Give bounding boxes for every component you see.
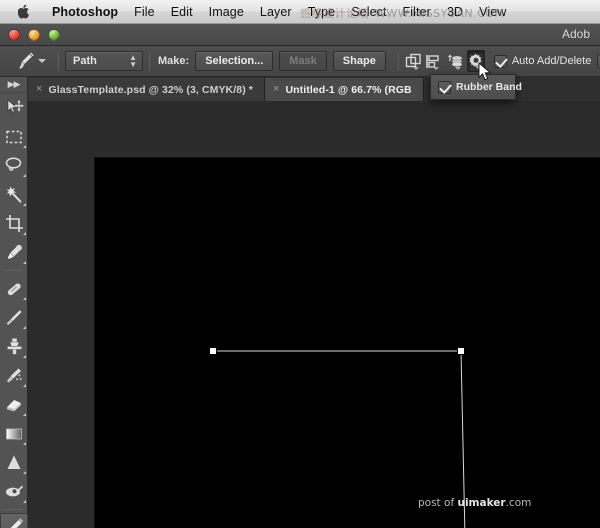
menu-3d[interactable]: 3D	[439, 3, 471, 21]
geometry-settings-chevron-icon	[474, 66, 481, 69]
menu-image[interactable]: Image	[201, 3, 252, 21]
flyout-corner-icon	[23, 439, 26, 445]
flyout-corner-icon	[23, 258, 26, 264]
menu-layer[interactable]: Layer	[252, 3, 300, 21]
tools-divider-1	[4, 270, 23, 271]
flyout-corner-icon	[23, 171, 26, 177]
rubber-band-checkbox[interactable]	[438, 80, 451, 94]
flyout-corner-icon	[23, 497, 26, 503]
watermark-bottom-brand: uimaker	[457, 497, 506, 509]
menu-file[interactable]: File	[126, 3, 163, 21]
menu-view[interactable]: View	[471, 3, 514, 21]
tool-rectangular-marquee[interactable]	[0, 122, 28, 151]
divider-3	[397, 51, 399, 71]
menu-type[interactable]: Type	[300, 3, 344, 21]
photoshop-window: Photoshop File Edit Image Layer Type Sel…	[0, 0, 600, 528]
make-selection-button[interactable]: Selection...	[195, 51, 274, 71]
flyout-corner-icon	[23, 142, 26, 148]
auto-add-delete-checkbox[interactable]	[493, 54, 507, 68]
tool-options-bar: Path ▲ ▼ Make: Selection... Mask Shape A…	[0, 46, 600, 77]
tool-pen[interactable]	[0, 513, 28, 528]
tool-move[interactable]	[0, 93, 28, 122]
tool-lasso[interactable]	[0, 151, 28, 180]
select-stepper-icon: ▲ ▼	[129, 53, 137, 69]
path-arrangement-chevron-icon	[454, 67, 461, 70]
menu-select[interactable]: Select	[343, 3, 394, 21]
apple-logo-icon[interactable]	[16, 3, 32, 21]
menu-edit[interactable]: Edit	[163, 3, 201, 21]
tool-crop[interactable]	[0, 209, 28, 238]
rubber-band-popup[interactable]: Rubber Band	[430, 74, 522, 100]
tool-blur[interactable]	[0, 448, 28, 477]
path-operations-button[interactable]	[405, 50, 422, 72]
path-alignment-button[interactable]	[425, 50, 442, 72]
make-mask-button[interactable]: Mask	[279, 51, 327, 71]
path-arrangement-button[interactable]	[445, 50, 464, 72]
tools-panel: ▶▶	[0, 77, 28, 528]
document-canvas[interactable]	[95, 158, 600, 528]
tools-divider-2	[4, 509, 23, 510]
path-mode-value: Path	[73, 55, 97, 67]
make-shape-button[interactable]: Shape	[332, 51, 386, 71]
flyout-corner-icon	[23, 381, 26, 387]
document-tab-glasstemplate[interactable]: × GlassTemplate.psd @ 32% (3, CMYK/8) *	[28, 78, 265, 101]
tool-gradient[interactable]	[0, 419, 28, 448]
watermark-bottom-prefix: post of	[418, 497, 458, 509]
macos-menu-bar: Photoshop File Edit Image Layer Type Sel…	[0, 0, 600, 24]
flyout-corner-icon	[23, 352, 26, 358]
path-operations-chevron-icon	[412, 67, 419, 70]
tab-title: GlassTemplate.psd @ 32% (3, CMYK/8) *	[48, 83, 253, 96]
tool-magic-wand[interactable]	[0, 180, 28, 209]
flyout-corner-icon	[23, 323, 26, 329]
tab-close-icon[interactable]: ×	[36, 84, 42, 95]
zoom-button[interactable]	[48, 28, 60, 41]
flyout-corner-icon	[23, 229, 26, 235]
tool-dodge[interactable]	[0, 477, 28, 506]
tool-brush[interactable]	[0, 303, 28, 332]
window-controls	[0, 28, 60, 41]
workspace-area: post of uimaker.com	[28, 101, 600, 528]
tool-healing-brush[interactable]	[0, 274, 28, 303]
minimize-button[interactable]	[28, 28, 40, 41]
app-title: Adob	[561, 27, 590, 41]
tool-preset-chevron-down-icon[interactable]	[38, 59, 46, 63]
tool-clone-stamp[interactable]	[0, 332, 28, 361]
watermark-bottom-suffix: .com	[505, 497, 532, 509]
watermark-bottom: post of uimaker.com	[418, 497, 531, 509]
vector-path-overlay	[209, 347, 466, 528]
flyout-corner-icon	[23, 200, 26, 206]
rubber-band-label: Rubber Band	[456, 81, 522, 93]
flyout-corner-icon	[23, 294, 26, 300]
geometry-settings-button[interactable]	[466, 50, 485, 72]
tools-panel-expand-icon[interactable]: ▶▶	[0, 77, 27, 93]
menu-filter[interactable]: Filter	[395, 3, 439, 21]
path-alignment-chevron-icon	[432, 67, 439, 70]
tab-title: Untitled-1 @ 66.7% (RGB	[285, 83, 412, 96]
photoshop-title-bar: Adob	[0, 24, 600, 46]
divider-1	[58, 51, 59, 71]
auto-add-delete-row[interactable]: Auto Add/Delete	[493, 54, 592, 68]
auto-add-delete-label: Auto Add/Delete	[511, 55, 592, 67]
menu-photoshop[interactable]: Photoshop	[44, 3, 126, 21]
close-button[interactable]	[8, 28, 20, 41]
make-label: Make:	[158, 55, 190, 67]
flyout-corner-icon	[23, 468, 26, 474]
tool-eyedropper[interactable]	[0, 238, 28, 267]
flyout-corner-icon	[23, 410, 26, 416]
current-tool-pen-icon[interactable]	[15, 49, 35, 73]
divider-2	[149, 51, 150, 71]
tool-eraser[interactable]	[0, 390, 28, 419]
tab-close-icon[interactable]: ×	[273, 84, 279, 95]
path-mode-select[interactable]: Path ▲ ▼	[65, 51, 143, 71]
document-tab-untitled-1[interactable]: × Untitled-1 @ 66.7% (RGB	[265, 78, 424, 101]
tool-history-brush[interactable]	[0, 361, 28, 390]
